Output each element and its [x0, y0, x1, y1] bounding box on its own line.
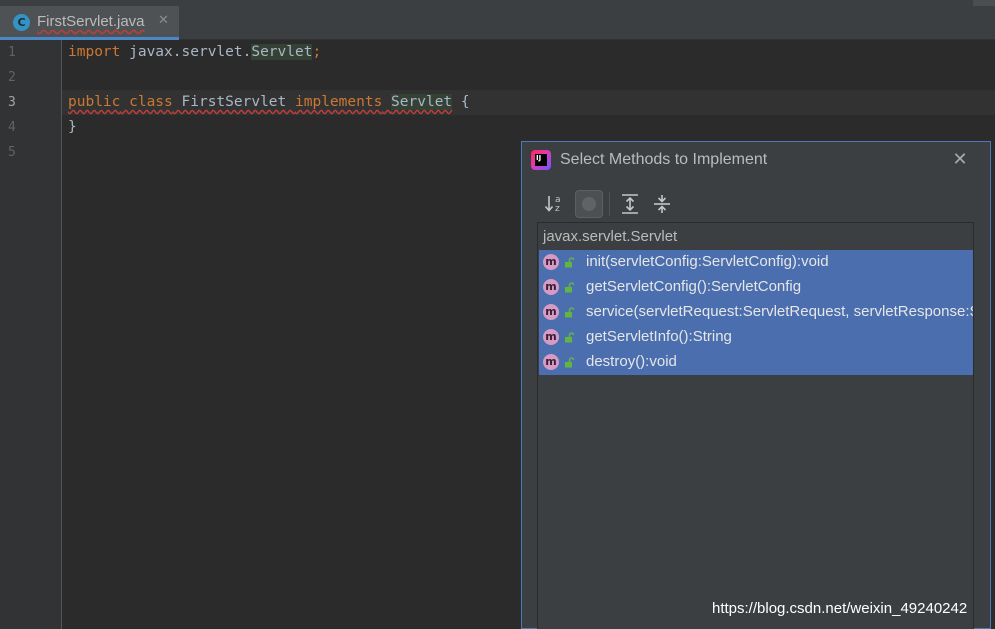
- method-row-destroy[interactable]: m destroy():void: [539, 350, 973, 375]
- interface-name: Servlet: [391, 94, 453, 110]
- sort-alphabetically-button[interactable]: a z: [543, 191, 569, 217]
- collapse-all-icon: [654, 195, 670, 213]
- methods-tree[interactable]: javax.servlet.Servlet m init(servletConf…: [537, 222, 974, 629]
- keyword-implements: implements: [295, 94, 383, 110]
- expand-all-icon: [622, 194, 638, 214]
- sort-alpha-icon: a z: [544, 195, 561, 214]
- public-lock-icon: [565, 307, 575, 318]
- method-row-init[interactable]: m init(servletConfig:ServletConfig):void: [539, 250, 973, 275]
- keyword-import: import: [68, 44, 121, 60]
- public-lock-icon: [565, 257, 575, 268]
- code-line-3: public class FirstServlet implements Ser…: [68, 90, 470, 115]
- method-label: getServletInfo():String: [586, 328, 732, 345]
- toggle-dot-icon: [582, 197, 596, 211]
- method-row-get-servlet-config[interactable]: m getServletConfig():ServletConfig: [539, 275, 973, 300]
- tab-first-servlet[interactable]: C FirstServlet.java ✕: [0, 6, 179, 40]
- tab-label: FirstServlet.java: [37, 13, 145, 30]
- code-line-4: }: [68, 119, 77, 135]
- method-icon: m: [543, 279, 559, 295]
- ide-window: C FirstServlet.java ✕ 1 2 3 4 5 import j…: [0, 0, 995, 629]
- line-number: 1: [8, 45, 16, 60]
- class-name: FirstServlet: [172, 94, 295, 110]
- open-brace: {: [452, 94, 470, 110]
- semicolon: ;: [312, 44, 322, 60]
- keyword-class: class: [120, 94, 173, 110]
- method-icon: m: [543, 254, 559, 270]
- line-number: 2: [8, 70, 16, 85]
- line-number-current: 3: [8, 95, 16, 110]
- toolbar-separator: [609, 192, 610, 216]
- tab-bar-edge: [973, 0, 995, 6]
- java-class-icon: C: [13, 14, 30, 31]
- line-number: 5: [8, 145, 16, 160]
- method-row-service[interactable]: m service(servletRequest:ServletRequest,…: [539, 300, 973, 325]
- select-methods-dialog: IJ Select Methods to Implement ✕ a z jav…: [521, 141, 991, 629]
- editor-tab-bar: C FirstServlet.java ✕: [0, 0, 995, 40]
- method-label: destroy():void: [586, 353, 677, 370]
- tree-node-servlet-interface[interactable]: javax.servlet.Servlet: [543, 226, 677, 248]
- method-label: getServletConfig():ServletConfig: [586, 278, 802, 295]
- intellij-logo-mark: IJ: [535, 154, 547, 166]
- public-lock-icon: [565, 282, 575, 293]
- dialog-title: Select Methods to Implement: [560, 151, 768, 168]
- line-number: 4: [8, 120, 16, 135]
- watermark-url: https://blog.csdn.net/weixin_49240242: [712, 600, 968, 617]
- method-icon: m: [543, 304, 559, 320]
- imported-class: Servlet: [251, 44, 313, 60]
- method-icon: m: [543, 329, 559, 345]
- close-icon[interactable]: ✕: [158, 12, 169, 30]
- package-name: javax.servlet.: [120, 44, 252, 60]
- method-icon: m: [543, 354, 559, 370]
- code-line-1: import javax.servlet.Servlet;: [68, 40, 321, 65]
- method-label: service(servletRequest:ServletRequest, s…: [586, 303, 973, 320]
- keyword-public: public: [68, 94, 121, 110]
- method-label: init(servletConfig:ServletConfig):void: [586, 253, 829, 270]
- svg-text:z: z: [555, 204, 560, 214]
- line-number-gutter: 1 2 3 4 5: [0, 40, 62, 629]
- public-lock-icon: [565, 357, 575, 368]
- public-lock-icon: [565, 332, 575, 343]
- expand-all-button[interactable]: [617, 191, 643, 217]
- intellij-logo-icon: IJ: [531, 150, 551, 170]
- collapse-all-button[interactable]: [649, 191, 675, 217]
- show-non-public-toggle[interactable]: [575, 190, 603, 218]
- method-row-get-servlet-info[interactable]: m getServletInfo():String: [539, 325, 973, 350]
- close-icon[interactable]: ✕: [949, 149, 971, 171]
